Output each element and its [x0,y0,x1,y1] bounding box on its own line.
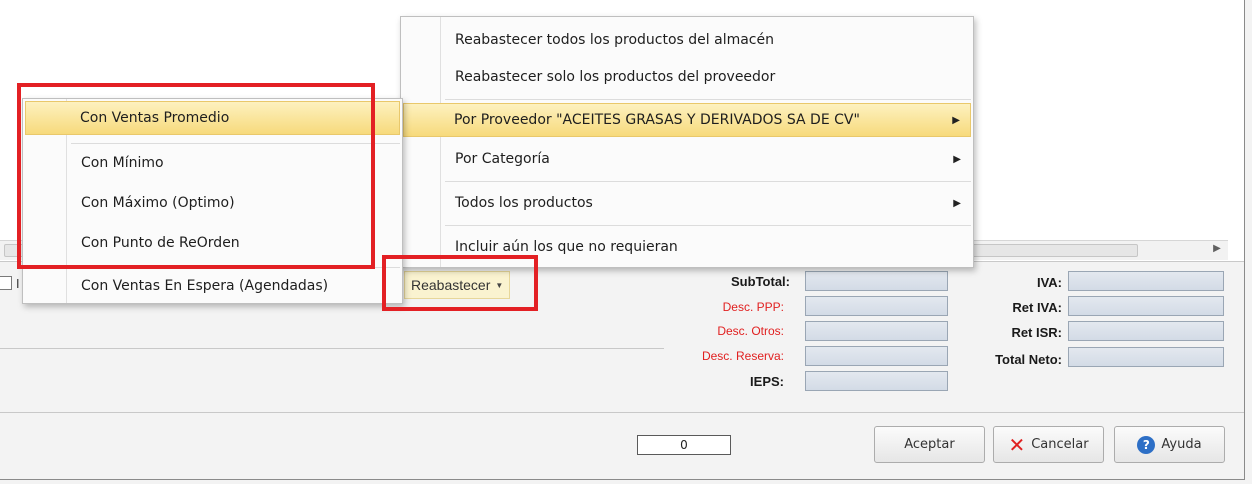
ret-isr-field[interactable] [1068,321,1224,341]
checkbox-label: I [16,277,20,291]
record-counter: 0 [637,435,731,455]
ret-iva-label: Ret IVA: [1012,300,1062,315]
divider [0,348,664,349]
submenu-item-ventas-espera[interactable]: Con Ventas En Espera (Agendadas) [25,269,400,303]
menu-separator [445,99,971,100]
menu-item-todos-almacen[interactable]: Reabastecer todos los productos del alma… [403,23,971,57]
menu-separator [445,181,971,182]
iva-field[interactable] [1068,271,1224,291]
iva-label: IVA: [1036,275,1062,290]
desc-ppp-field[interactable] [805,296,948,316]
desc-otros-field[interactable] [805,321,948,341]
total-neto-field[interactable] [1068,347,1224,367]
desc-ppp-label: Desc. PPP: [722,300,784,314]
chevron-right-icon: ▶ [952,114,960,126]
divider [0,412,1244,413]
menu-item-por-proveedor[interactable]: Por Proveedor "ACEITES GRASAS Y DERIVADO… [403,103,971,137]
subtotal-field[interactable] [805,271,948,291]
menu-item-label: Por Proveedor "ACEITES GRASAS Y DERIVADO… [454,112,860,128]
desc-otros-label: Desc. Otros: [717,324,784,338]
menu-item-todos-productos[interactable]: Todos los productos ▶ [403,186,971,220]
desc-reserva-label: Desc. Reserva: [701,349,784,363]
chevron-right-icon: ▶ [953,153,961,165]
ieps-label: IEPS: [750,374,784,389]
close-icon: ✕ [1008,432,1026,457]
reabastecer-menu: Reabastecer todos los productos del alma… [400,16,974,268]
menu-item-label: Incluir aún los que no requieran [455,239,678,255]
annotation-box-submenu [17,83,375,269]
ret-isr-label: Ret ISR: [1011,325,1062,340]
aceptar-button[interactable]: Aceptar [874,426,985,463]
menu-item-por-categoria[interactable]: Por Categoría ▶ [403,142,971,176]
subtotal-label: SubTotal: [731,274,790,289]
cancelar-label: Cancelar [1031,437,1089,452]
ayuda-button[interactable]: ? Ayuda [1114,426,1225,463]
desc-reserva-field[interactable] [805,346,948,366]
scroll-right-icon[interactable]: ▶ [1210,242,1224,256]
cancelar-button[interactable]: ✕ Cancelar [993,426,1104,463]
help-icon: ? [1137,435,1156,454]
menu-item-label: Por Categoría [455,151,550,167]
ieps-field[interactable] [805,371,948,391]
menu-item-label: Con Ventas En Espera (Agendadas) [81,278,329,294]
menu-separator [445,225,971,226]
menu-item-label: Todos los productos [455,195,593,211]
annotation-box-reabastecer [382,255,538,311]
total-neto-label: Total Neto: [995,352,1062,367]
ret-iva-field[interactable] [1068,296,1224,316]
menu-item-label: Reabastecer solo los productos del prove… [455,69,776,85]
menu-item-solo-proveedor[interactable]: Reabastecer solo los productos del prove… [403,60,971,94]
aceptar-label: Aceptar [904,437,955,452]
include-checkbox[interactable] [0,276,12,290]
menu-item-label: Reabastecer todos los productos del alma… [455,32,774,48]
ayuda-label: Ayuda [1161,437,1202,452]
chevron-right-icon: ▶ [953,197,961,209]
